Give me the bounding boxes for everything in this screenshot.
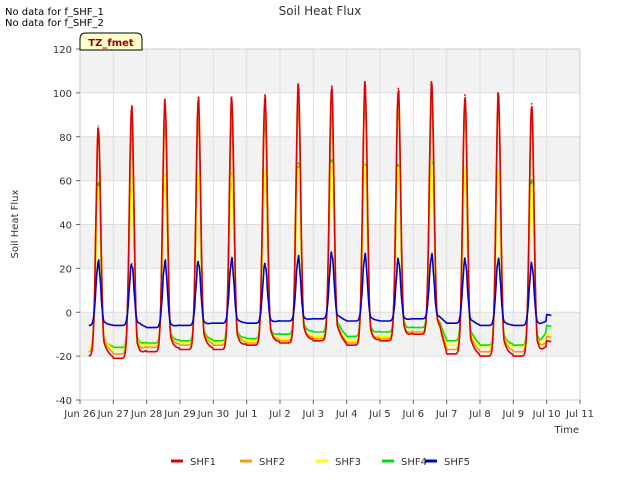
x-tick-label: Jul 3 bbox=[302, 409, 325, 420]
data-point-shf1 bbox=[464, 94, 466, 96]
data-point-shf3 bbox=[97, 186, 100, 189]
data-point-shf1 bbox=[330, 85, 333, 88]
chart-title: Soil Heat Flux bbox=[279, 4, 362, 18]
y-tick-label: 100 bbox=[53, 89, 72, 100]
data-point-shf3 bbox=[130, 175, 133, 178]
data-point-shf3 bbox=[164, 173, 166, 175]
data-point-shf3 bbox=[364, 162, 366, 164]
data-point-shf5 bbox=[264, 263, 266, 265]
data-point-shf5 bbox=[130, 263, 133, 265]
legend-label: SHF4 bbox=[401, 457, 427, 468]
x-tick-label: Jul 8 bbox=[468, 409, 491, 420]
data-point-shf4 bbox=[297, 162, 300, 164]
data-point-shf5 bbox=[430, 254, 433, 257]
y-tick-label: -40 bbox=[56, 396, 72, 407]
data-point-shf1 bbox=[297, 83, 300, 85]
data-point-shf1 bbox=[130, 105, 133, 107]
site-label: TZ_fmet bbox=[88, 38, 134, 49]
y-tick-label: 80 bbox=[59, 133, 72, 144]
x-tick-label: Jun 30 bbox=[197, 409, 230, 420]
data-point-shf5 bbox=[197, 260, 200, 263]
y-tick-label: 20 bbox=[59, 264, 72, 275]
data-point-shf5 bbox=[97, 260, 100, 263]
y-tick-label: 120 bbox=[53, 45, 72, 56]
x-tick-label: Jun 29 bbox=[163, 409, 196, 420]
y-axis-label: Soil Heat Flux bbox=[10, 189, 21, 258]
legend-item-shf2: SHF2 bbox=[240, 457, 285, 468]
data-point-shf5 bbox=[330, 252, 333, 254]
x-tick-label: Jul 10 bbox=[532, 409, 561, 420]
legend-item-shf4: SHF4 bbox=[382, 457, 427, 468]
soil-heat-flux-chart: -40 -20 0 20 40 60 80 100 120 Jun 26 Jun 27 Jun 28… bbox=[10, 4, 594, 468]
data-point-shf5 bbox=[497, 258, 500, 261]
data-point-shf3 bbox=[464, 166, 466, 169]
x-tick-label: Jul 11 bbox=[565, 409, 594, 420]
data-point-shf4 bbox=[330, 159, 333, 162]
legend-label: SHF1 bbox=[190, 457, 216, 468]
data-point-shf4 bbox=[397, 164, 400, 167]
data-point-shf5 bbox=[230, 258, 233, 261]
x-tick-label: Jun 28 bbox=[130, 409, 163, 420]
data-point-shf4 bbox=[530, 179, 533, 182]
x-tick-label: Jul 7 bbox=[435, 409, 458, 420]
data-point-shf3 bbox=[297, 164, 300, 167]
data-point-shf1 bbox=[530, 102, 533, 105]
data-point-shf1 bbox=[430, 81, 433, 83]
data-point-shf3 bbox=[230, 170, 233, 173]
y-tick-label: 0 bbox=[66, 308, 72, 319]
data-point-shf3 bbox=[497, 168, 500, 171]
data-point-shf4 bbox=[97, 181, 100, 184]
legend-label: SHF3 bbox=[335, 457, 361, 468]
data-point-shf1 bbox=[264, 94, 266, 96]
data-point-shf5 bbox=[464, 258, 466, 261]
legend-label: SHF5 bbox=[444, 457, 470, 468]
data-point-shf5 bbox=[164, 260, 166, 263]
x-tick-label: Jun 26 bbox=[63, 409, 96, 420]
data-point-shf1 bbox=[397, 87, 400, 90]
data-point-shf2 bbox=[97, 124, 100, 127]
data-point-shf1 bbox=[164, 98, 166, 101]
data-point-shf1 bbox=[364, 81, 366, 83]
x-tick-label: Jul 9 bbox=[502, 409, 525, 420]
legend-item-shf5: SHF5 bbox=[425, 457, 470, 468]
x-tick-label: Jun 27 bbox=[97, 409, 130, 420]
x-tick-label: Jul 2 bbox=[268, 409, 291, 420]
data-point-shf3 bbox=[397, 166, 400, 169]
data-point-shf5 bbox=[297, 256, 300, 259]
legend-label: SHF2 bbox=[259, 457, 285, 468]
data-point-shf5 bbox=[397, 258, 400, 261]
legend-item-shf1: SHF1 bbox=[171, 457, 216, 468]
data-point-shf3 bbox=[264, 168, 266, 171]
data-point-shf1 bbox=[497, 91, 500, 94]
y-tick-label: 60 bbox=[59, 177, 72, 188]
y-tick-label: -20 bbox=[56, 352, 72, 363]
data-point-shf1 bbox=[197, 96, 200, 99]
legend-item-shf3: SHF3 bbox=[316, 457, 361, 468]
data-point-shf1 bbox=[97, 127, 100, 129]
data-point-shf3 bbox=[430, 159, 433, 162]
data-point-shf3 bbox=[530, 184, 533, 186]
plot-band bbox=[80, 312, 580, 357]
data-point-shf3 bbox=[197, 173, 200, 175]
x-tick-label: Jul 6 bbox=[402, 409, 425, 420]
x-tick-label: Jul 4 bbox=[335, 409, 358, 420]
x-tick-label: Jul 5 bbox=[368, 409, 391, 420]
site-label-box: TZ_fmet bbox=[79, 32, 143, 51]
x-axis-label: Time bbox=[554, 425, 579, 436]
y-tick-label: 40 bbox=[59, 221, 72, 232]
plot-band bbox=[80, 49, 580, 93]
data-point-shf1 bbox=[230, 96, 233, 99]
data-point-shf3 bbox=[330, 162, 333, 164]
data-point-shf5 bbox=[364, 254, 366, 257]
data-point-shf5 bbox=[530, 263, 533, 265]
x-tick-label: Jul 1 bbox=[235, 409, 258, 420]
